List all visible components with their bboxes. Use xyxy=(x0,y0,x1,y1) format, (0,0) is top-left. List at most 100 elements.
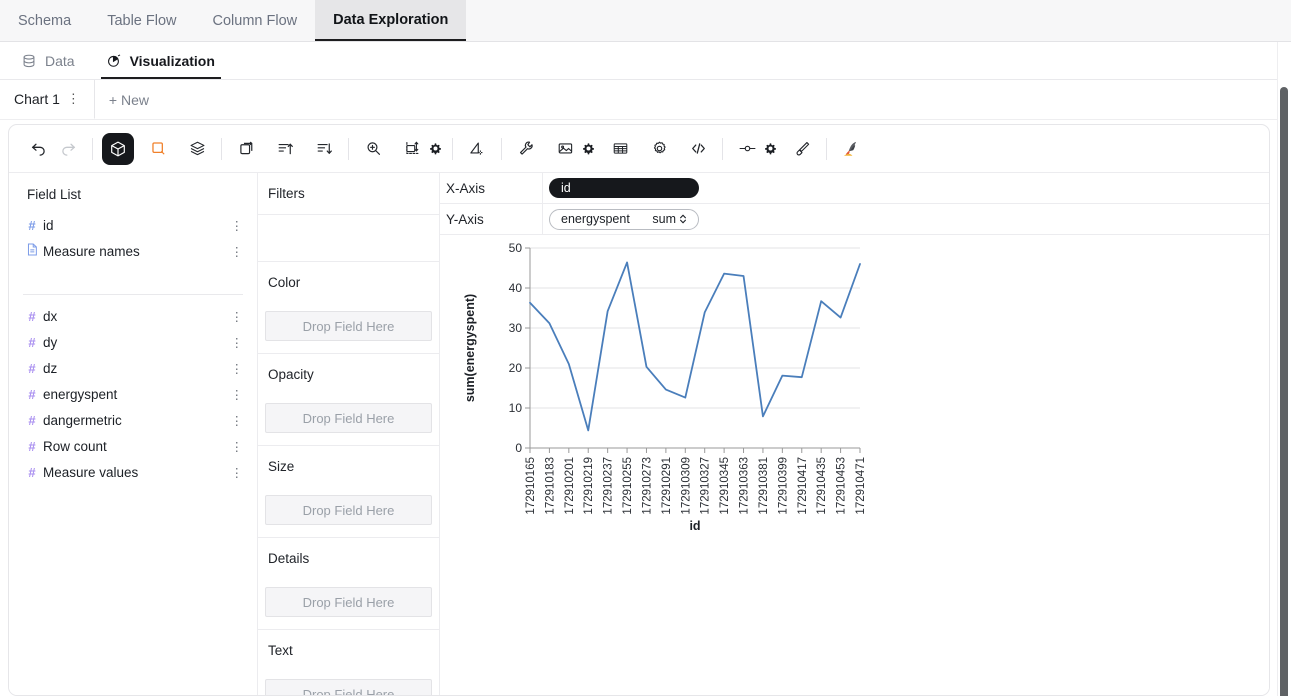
field-menu-icon[interactable]: ⋮ xyxy=(231,244,244,259)
y-tick-label: 40 xyxy=(509,281,523,295)
redo-icon[interactable] xyxy=(53,134,83,164)
field-list-title: Field List xyxy=(9,173,257,212)
x-tick-label: 172910219 xyxy=(583,457,595,515)
field-label: id xyxy=(43,218,54,233)
vertical-scrollbar-thumb[interactable] xyxy=(1280,87,1288,696)
transpose-icon[interactable] xyxy=(231,134,261,164)
field-menu-icon[interactable]: ⋮ xyxy=(231,413,244,428)
code-icon[interactable] xyxy=(683,134,713,164)
tab-column-flow[interactable]: Column Flow xyxy=(195,0,316,41)
text-dropzone[interactable]: Drop Field Here xyxy=(265,679,432,696)
gear-icon[interactable] xyxy=(644,134,674,164)
chart-tab-chart-1[interactable]: Chart 1 ⋮ xyxy=(0,80,95,119)
x-tick-label: 172910255 xyxy=(622,457,634,515)
size-dropzone[interactable]: Drop Field Here xyxy=(265,495,432,525)
number-type-icon: # xyxy=(25,218,39,233)
resize-settings-icon[interactable] xyxy=(427,143,443,154)
details-dropzone[interactable]: Drop Field Here xyxy=(265,587,432,617)
tab-table-flow[interactable]: Table Flow xyxy=(89,0,194,41)
sort-descending-icon[interactable] xyxy=(309,134,339,164)
feather-icon[interactable] xyxy=(836,134,866,164)
field-label: dy xyxy=(43,335,57,350)
chart-tab-label: Chart 1 xyxy=(14,91,60,107)
table-icon[interactable] xyxy=(605,134,635,164)
filters-dropzone[interactable] xyxy=(258,215,439,261)
shelf-opacity: Opacity Drop Field Here xyxy=(258,354,439,446)
y-axis-field-name: energyspent xyxy=(561,212,630,226)
new-chart-button[interactable]: + New xyxy=(95,80,163,119)
x-axis-label: X-Axis xyxy=(440,173,543,203)
x-tick-label: 172910399 xyxy=(777,457,789,515)
x-tick-label: 172910165 xyxy=(525,457,537,515)
number-type-icon: # xyxy=(25,413,39,428)
field-list-panel: Field List # id ⋮ Measure names ⋮ xyxy=(9,173,258,696)
layers-icon[interactable] xyxy=(182,134,212,164)
y-tick-label: 0 xyxy=(515,441,522,455)
tab-schema[interactable]: Schema xyxy=(0,0,89,41)
chart-tab-menu-icon[interactable]: ⋮ xyxy=(67,91,80,107)
x-tick-label: 172910363 xyxy=(739,457,751,515)
field-item-id[interactable]: # id ⋮ xyxy=(9,212,257,238)
shelf-title: Size xyxy=(258,446,439,487)
x-axis-title: id xyxy=(689,519,700,533)
shelf-text: Text Drop Field Here xyxy=(258,630,439,696)
zoom-in-icon[interactable] xyxy=(358,134,388,164)
x-axis-field-pill[interactable]: id xyxy=(549,178,699,198)
field-menu-icon[interactable]: ⋮ xyxy=(231,439,244,454)
tab-visualization[interactable]: Visualization xyxy=(91,42,231,79)
tab-data-exploration[interactable]: Data Exploration xyxy=(315,0,466,41)
sort-ascending-icon[interactable] xyxy=(270,134,300,164)
shelf-color: Color Drop Field Here xyxy=(258,262,439,354)
color-dropzone[interactable]: Drop Field Here xyxy=(265,311,432,341)
image-export-icon[interactable] xyxy=(550,134,580,164)
field-menu-icon[interactable]: ⋮ xyxy=(231,465,244,480)
field-item-dangermetric[interactable]: # dangermetric ⋮ xyxy=(9,407,257,433)
toolbar-divider xyxy=(452,138,453,160)
shelf-size: Size Drop Field Here xyxy=(258,446,439,538)
database-icon xyxy=(22,54,36,68)
x-tick-label: 172910381 xyxy=(758,457,770,515)
undo-icon[interactable] xyxy=(23,134,53,164)
shelf-title: Text xyxy=(258,630,439,671)
x-tick-label: 172910201 xyxy=(564,457,576,515)
toolbar-divider xyxy=(92,138,93,160)
vertical-scrollbar-track[interactable] xyxy=(1277,42,1291,696)
binding-settings-icon[interactable] xyxy=(762,143,778,154)
rect-select-icon[interactable] xyxy=(143,134,173,164)
field-menu-icon[interactable]: ⋮ xyxy=(231,387,244,402)
field-item-energyspent[interactable]: # energyspent ⋮ xyxy=(9,381,257,407)
field-menu-icon[interactable]: ⋮ xyxy=(231,335,244,350)
image-settings-icon[interactable] xyxy=(580,143,596,154)
resize-canvas-icon[interactable] xyxy=(397,134,427,164)
number-type-icon: # xyxy=(25,309,39,324)
x-axis-shelf: X-Axis id xyxy=(440,173,1269,204)
y-axis-shelf: Y-Axis energyspent sum xyxy=(440,204,1269,235)
y-tick-label: 50 xyxy=(509,241,523,255)
shelf-title: Color xyxy=(258,262,439,303)
tab-data[interactable]: Data xyxy=(6,42,91,79)
y-axis-field-pill[interactable]: energyspent sum xyxy=(549,209,699,230)
y-axis-aggregate-select[interactable]: sum xyxy=(652,212,687,226)
opacity-dropzone[interactable]: Drop Field Here xyxy=(265,403,432,433)
field-item-row-count[interactable]: # Row count ⋮ xyxy=(9,433,257,459)
x-tick-label: 172910309 xyxy=(680,457,692,515)
field-item-measure-values[interactable]: # Measure values ⋮ xyxy=(9,459,257,485)
x-tick-label: 172910453 xyxy=(836,457,848,515)
wrench-icon[interactable] xyxy=(511,134,541,164)
field-menu-icon[interactable]: ⋮ xyxy=(231,309,244,324)
y-axis-label: Y-Axis xyxy=(440,204,543,234)
field-item-measure-names[interactable]: Measure names ⋮ xyxy=(9,238,257,264)
field-item-dy[interactable]: # dy ⋮ xyxy=(9,329,257,355)
line-chart[interactable]: 01020304050 1729101651729101831729102011… xyxy=(440,235,1269,695)
binding-icon[interactable] xyxy=(732,134,762,164)
number-type-icon: # xyxy=(25,335,39,350)
field-item-dz[interactable]: # dz ⋮ xyxy=(9,355,257,381)
field-menu-icon[interactable]: ⋮ xyxy=(231,361,244,376)
paintbrush-icon[interactable] xyxy=(787,134,817,164)
geometry-icon[interactable] xyxy=(462,134,492,164)
cube-icon[interactable] xyxy=(102,133,134,165)
field-menu-icon[interactable]: ⋮ xyxy=(231,218,244,233)
y-axis-title: sum(energyspent) xyxy=(463,294,477,402)
x-tick-label: 172910237 xyxy=(603,457,615,515)
field-item-dx[interactable]: # dx ⋮ xyxy=(9,303,257,329)
